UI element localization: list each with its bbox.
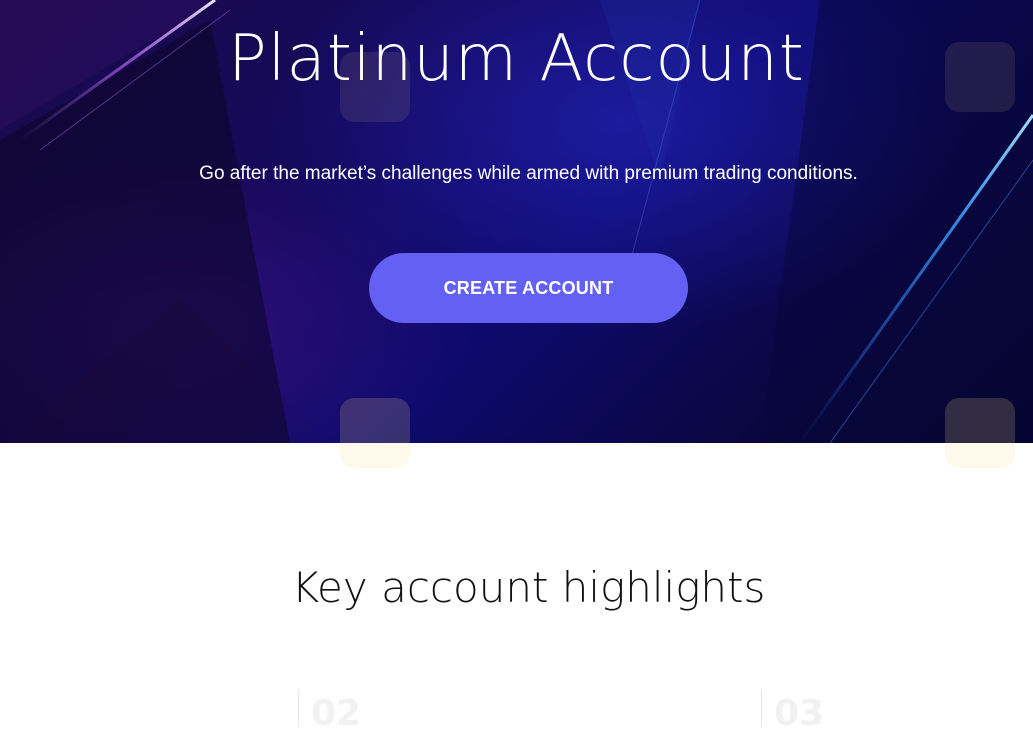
- watermark-logo-icon: [340, 52, 410, 122]
- hero-banner: Platinum Account Go after the market’s c…: [0, 0, 1033, 443]
- highlights-cards: 02 03: [0, 690, 1033, 732]
- hero-subtitle: Go after the market’s challenges while a…: [199, 163, 858, 184]
- highlight-card: 02: [298, 690, 761, 732]
- highlight-card: 03: [761, 690, 1033, 732]
- watermark-logo-icon: [945, 398, 1015, 468]
- watermark-logo-icon: [340, 398, 410, 468]
- create-account-button[interactable]: CREATE ACCOUNT: [369, 253, 688, 323]
- watermark-logo-icon: [945, 42, 1015, 112]
- highlight-card: [0, 690, 297, 727]
- highlights-title: Key account highlights: [291, 563, 766, 612]
- page-title: Platinum Account: [228, 22, 805, 96]
